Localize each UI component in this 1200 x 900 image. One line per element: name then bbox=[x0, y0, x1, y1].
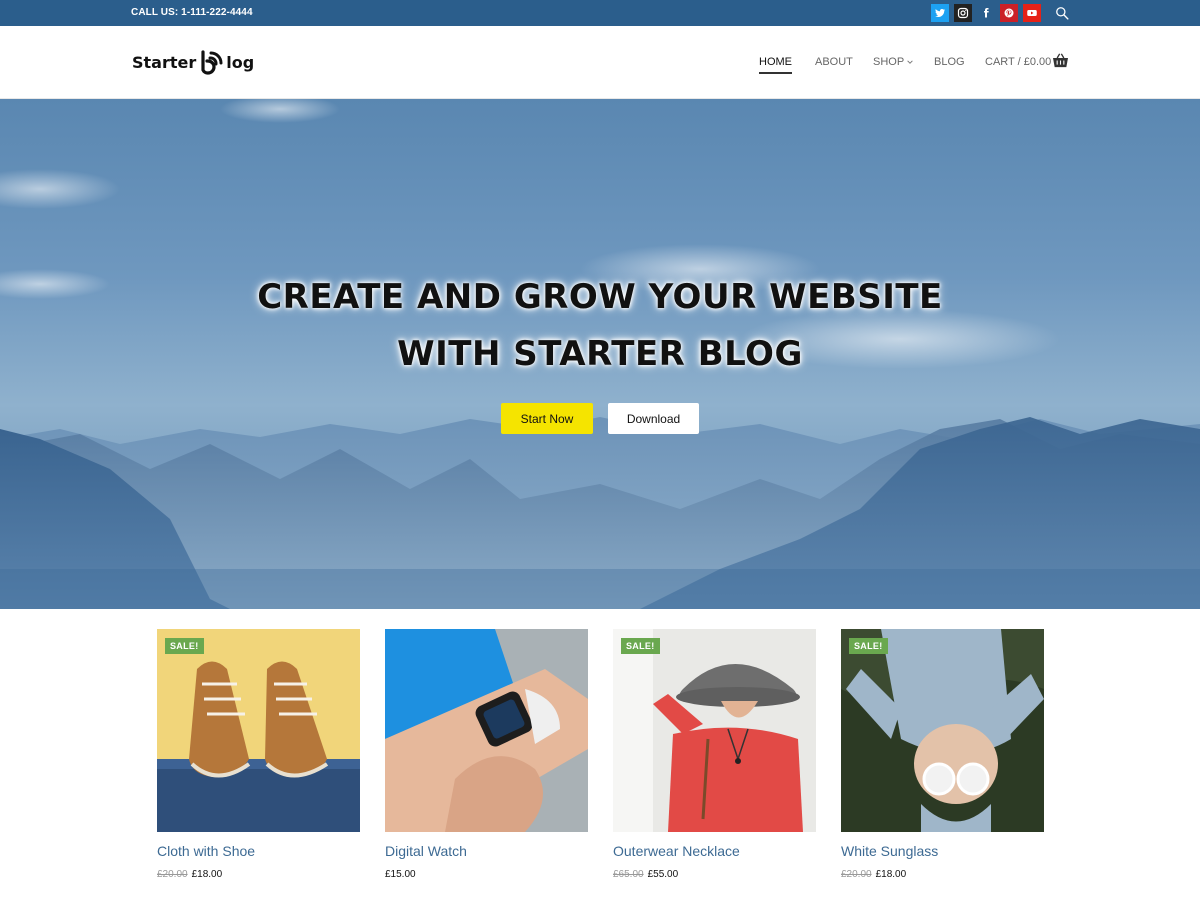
social-links bbox=[931, 4, 1041, 22]
old-price: £20.00 bbox=[841, 869, 872, 880]
sale-badge: SALE! bbox=[849, 638, 888, 654]
product-name[interactable]: Outerwear Necklace bbox=[613, 843, 740, 859]
old-price: £20.00 bbox=[157, 869, 188, 880]
product-card[interactable]: Digital Watch £15.00 bbox=[385, 629, 588, 880]
site-header: Starter log HOME ABOUT SHOP BLOG CART / … bbox=[0, 26, 1200, 99]
watch-product-image bbox=[385, 629, 588, 832]
product-name[interactable]: White Sunglass bbox=[841, 843, 938, 859]
product-price: £15.00 bbox=[385, 869, 416, 880]
current-price: £55.00 bbox=[647, 869, 679, 880]
sale-badge: SALE! bbox=[621, 638, 660, 654]
logo-text-right: log bbox=[226, 52, 255, 72]
current-price: £15.00 bbox=[385, 869, 416, 880]
old-price: £65.00 bbox=[613, 869, 644, 880]
start-now-button[interactable]: Start Now bbox=[501, 403, 593, 434]
hero-title-line2: WITH STARTER BLOG bbox=[397, 334, 803, 374]
basket-icon[interactable] bbox=[1052, 53, 1069, 68]
product-name[interactable]: Digital Watch bbox=[385, 843, 467, 859]
site-logo[interactable]: Starter log bbox=[132, 47, 254, 77]
instagram-icon[interactable] bbox=[954, 4, 972, 22]
pinterest-icon[interactable] bbox=[1000, 4, 1018, 22]
product-card[interactable]: SALE! Cloth with Shoe £20.00 £18.00 bbox=[157, 629, 360, 880]
sunglass-product-image bbox=[841, 629, 1044, 832]
call-us-text: CALL US: 1-111-222-4444 bbox=[131, 7, 253, 18]
necklace-product-image bbox=[613, 629, 816, 832]
current-price: £18.00 bbox=[191, 869, 223, 880]
nav-shop[interactable]: SHOP bbox=[873, 56, 914, 68]
logo-b-icon bbox=[201, 50, 223, 75]
product-price: £20.00 £18.00 bbox=[841, 869, 906, 880]
download-button[interactable]: Download bbox=[608, 403, 699, 434]
current-price: £18.00 bbox=[875, 869, 907, 880]
product-image[interactable]: SALE! bbox=[157, 629, 360, 832]
top-bar: CALL US: 1-111-222-4444 bbox=[0, 0, 1200, 26]
logo-text-left: Starter bbox=[132, 52, 197, 72]
nav-shop-label: SHOP bbox=[873, 56, 905, 68]
product-name[interactable]: Cloth with Shoe bbox=[157, 843, 255, 859]
hero-banner: CREATE AND GROW YOUR WEBSITE WITH STARTE… bbox=[0, 99, 1200, 609]
sale-badge: SALE! bbox=[165, 638, 204, 654]
product-image[interactable]: SALE! bbox=[841, 629, 1044, 832]
product-card[interactable]: SALE! White Sunglass £20.00 £18.00 bbox=[841, 629, 1044, 880]
hero-title-line1: CREATE AND GROW YOUR WEBSITE bbox=[257, 277, 943, 317]
nav-about[interactable]: ABOUT bbox=[815, 56, 853, 68]
nav-cart[interactable]: CART / £0.00 bbox=[985, 56, 1051, 68]
product-image[interactable]: SALE! bbox=[613, 629, 816, 832]
shoe-product-image bbox=[157, 629, 360, 832]
nav-home[interactable]: HOME bbox=[759, 56, 792, 74]
product-price: £20.00 £18.00 bbox=[157, 869, 222, 880]
product-price: £65.00 £55.00 bbox=[613, 869, 678, 880]
chevron-down-icon bbox=[907, 60, 913, 64]
hero-title: CREATE AND GROW YOUR WEBSITE WITH STARTE… bbox=[0, 269, 1200, 383]
facebook-icon[interactable] bbox=[977, 4, 995, 22]
twitter-icon[interactable] bbox=[931, 4, 949, 22]
search-icon[interactable] bbox=[1055, 6, 1069, 20]
product-image[interactable] bbox=[385, 629, 588, 832]
nav-blog[interactable]: BLOG bbox=[934, 56, 965, 68]
youtube-icon[interactable] bbox=[1023, 4, 1041, 22]
product-card[interactable]: SALE! Outerwear Necklace £65.00 £55.00 bbox=[613, 629, 816, 880]
